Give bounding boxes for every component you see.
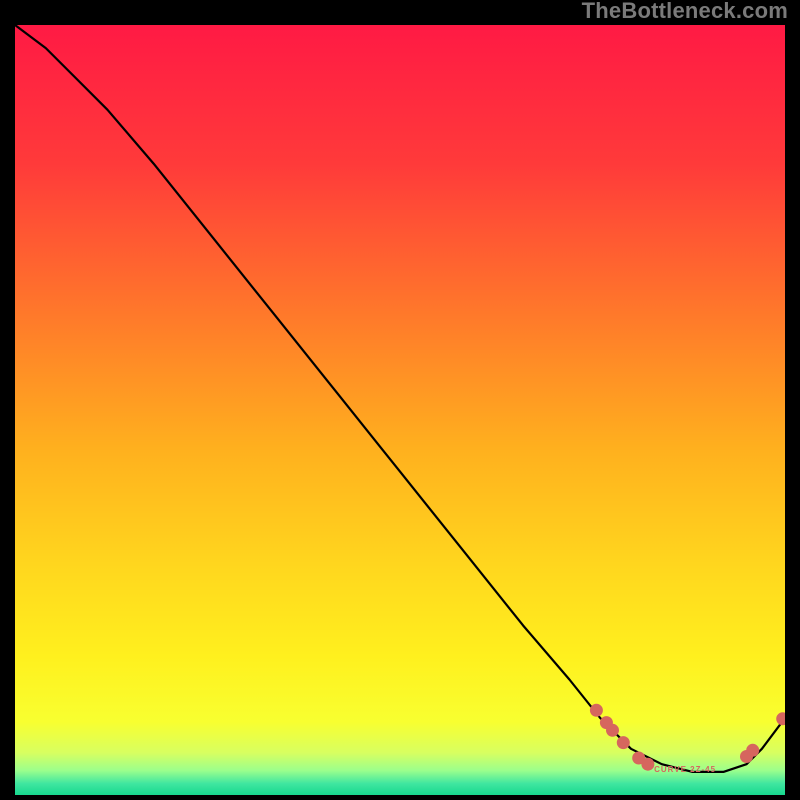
watermark-text: TheBottleneck.com [582, 0, 788, 22]
marker-dot [590, 704, 603, 717]
gradient-background [15, 25, 785, 795]
chart-svg [15, 25, 785, 795]
curve-label: CURVE 2Z-45 [654, 766, 716, 774]
marker-dot [641, 758, 654, 771]
marker-dot [746, 744, 759, 757]
marker-dot [606, 724, 619, 737]
chart-area [15, 25, 785, 795]
chart-stage: { "watermark": "TheBottleneck.com", "cur… [0, 0, 800, 800]
marker-dot [617, 736, 630, 749]
